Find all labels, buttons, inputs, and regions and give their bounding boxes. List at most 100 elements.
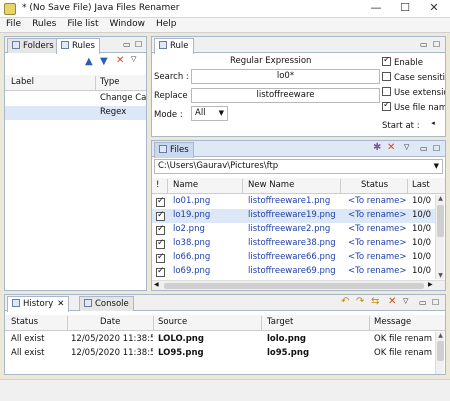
file-new-name: listoffreeware19.png [248,210,336,220]
undo-icon[interactable]: ↶ [341,296,349,307]
file-row[interactable]: lo66.png listoffreeware66.png <To rename> 1… [152,251,435,265]
file-checkbox[interactable] [156,252,165,263]
history-message: OK file renam [374,334,433,344]
file-checkbox[interactable] [156,196,165,207]
files-panel: Files ✱ ✕ ▽ ▭ ☐ C:\Users\Gaurav\Pictures… [151,140,446,291]
files-icon [159,145,167,153]
minimize-button[interactable]: — [362,0,390,17]
folder-path-select[interactable]: C:\Users\Gaurav\Pictures\ftp ▼ [154,159,443,174]
menu-file-list[interactable]: File list [61,18,103,29]
file-row[interactable]: lo38.png listoffreeware38.png <To rename> 1… [152,237,435,251]
rule-icon [159,41,167,49]
col-type[interactable]: Type [100,77,120,87]
tab-history[interactable]: History ✕ [7,296,70,312]
col-label[interactable]: Label [11,77,34,87]
file-name: lo69.png [173,266,211,276]
minimize-view-icon[interactable]: ▭ [420,144,428,153]
file-checkbox[interactable] [156,238,165,249]
menu-window[interactable]: Window [103,18,150,29]
minimize-view-icon[interactable]: ▭ [420,40,428,49]
file-checkbox[interactable] [156,224,165,235]
minimize-view-icon[interactable]: ▭ [123,40,131,49]
close-tab-icon[interactable]: ✕ [57,299,64,309]
maximize-button[interactable]: ☐ [391,0,419,17]
remove-files-icon[interactable]: ✕ [387,142,395,153]
enable-checkbox[interactable]: Enable [382,57,445,68]
file-row[interactable]: lo2.png listoffreeware2.png <To rename> 10/… [152,223,435,237]
close-button[interactable]: ✕ [420,0,448,17]
search-input[interactable]: lo0* [191,69,380,84]
refresh-files-icon[interactable]: ✱ [373,142,381,153]
minimize-view-icon[interactable]: ▭ [419,298,427,307]
file-row[interactable]: lo69.png listoffreeware69.png <To rename> 1… [152,265,435,279]
tab-console[interactable]: Console [79,296,134,311]
history-row[interactable]: All exist 12/05/2020 11:38:56 LO95.png lo95… [5,347,435,361]
mode-select[interactable]: All ▼ [191,106,228,121]
col-date[interactable]: Date [100,317,120,327]
replace-label: Replace : [154,91,194,101]
col-new-name[interactable]: New Name [248,180,294,190]
scroll-up-icon[interactable]: ▲ [436,195,445,202]
file-last-modified: 10/0 [412,196,432,206]
history-target: lo95.png [267,348,310,358]
view-menu-icon[interactable]: ▽ [403,297,408,305]
file-last-modified: 10/0 [412,210,432,220]
use-extension-checkbox[interactable]: Use extensio [382,87,445,98]
history-status: All exist [11,348,45,358]
history-date: 12/05/2020 11:38:56 [71,348,153,358]
redo-icon[interactable]: ↷ [356,296,364,307]
maximize-view-icon[interactable]: ☐ [433,40,440,49]
scroll-left-icon[interactable]: ◀ [154,281,159,288]
rule-row[interactable]: Regex [5,106,146,120]
maximize-view-icon[interactable]: ☐ [433,144,440,153]
move-down-icon[interactable]: ▼ [100,56,108,67]
maximize-view-icon[interactable]: ☐ [432,298,439,307]
col-name[interactable]: Name [173,180,198,190]
files-hscrollbar[interactable]: ◀ ▶ [152,280,445,290]
col-last[interactable]: Last [412,180,430,190]
col-status[interactable]: Status [11,317,38,327]
menu-file[interactable]: File [0,18,26,29]
delete-rule-icon[interactable]: ✕ [116,55,124,66]
undo-all-icon[interactable]: ⇆ [371,296,379,307]
use-file-name-checkbox[interactable]: Use file nam [382,102,445,113]
file-status: <To rename> [348,224,406,234]
move-up-icon[interactable]: ▲ [85,56,93,67]
file-name: lo66.png [173,252,211,262]
rule-row[interactable]: Change Cas [5,92,146,106]
file-name: lo38.png [173,238,211,248]
file-checkbox[interactable] [156,210,165,221]
files-scrollbar[interactable]: ▲ ▼ [435,195,444,279]
scroll-right-icon[interactable]: ▶ [428,281,433,288]
menu-rules[interactable]: Rules [26,18,61,29]
history-panel: History ✕ Console ↶ ↷ ⇆ ✕ ▽ ▭ ☐ Status Da… [4,294,446,375]
file-checkbox[interactable] [156,266,165,277]
file-new-name: listoffreeware2.png [248,224,331,234]
col-target[interactable]: Target [267,317,293,327]
maximize-view-icon[interactable]: ☐ [135,40,142,49]
history-row[interactable]: All exist 12/05/2020 11:38:56 LOLO.png lolo… [5,333,435,347]
tab-folders[interactable]: Folders [7,38,59,53]
clear-history-icon[interactable]: ✕ [388,296,396,307]
menu-help[interactable]: Help [150,18,182,29]
file-status: <To rename> [348,252,406,262]
col-status[interactable]: Status [361,180,388,190]
history-scrollbar[interactable]: ▲ [435,332,444,374]
start-at-spinner[interactable]: ◂ [422,119,444,132]
file-row[interactable]: lo01.png listoffreeware1.png <To rename> 10… [152,195,435,209]
tab-rules[interactable]: Rules [56,38,100,54]
col-check[interactable]: ! [156,180,159,190]
scroll-down-icon[interactable]: ▼ [436,272,445,279]
col-message[interactable]: Message [374,317,411,327]
scroll-up-icon[interactable]: ▲ [436,332,445,339]
tab-rule[interactable]: Rule [154,38,194,54]
file-name: lo2.png [173,224,205,234]
replace-input[interactable]: listoffreeware [191,88,380,103]
view-menu-icon[interactable]: ▽ [131,55,136,63]
case-sensitive-checkbox[interactable]: Case sensitiv [382,72,445,83]
view-menu-icon[interactable]: ▽ [404,143,409,151]
file-last-modified: 10/0 [412,238,432,248]
file-row[interactable]: lo19.png listoffreeware19.png <To rename> 1… [152,209,435,223]
col-source[interactable]: Source [158,317,187,327]
tab-files[interactable]: Files [154,142,194,158]
